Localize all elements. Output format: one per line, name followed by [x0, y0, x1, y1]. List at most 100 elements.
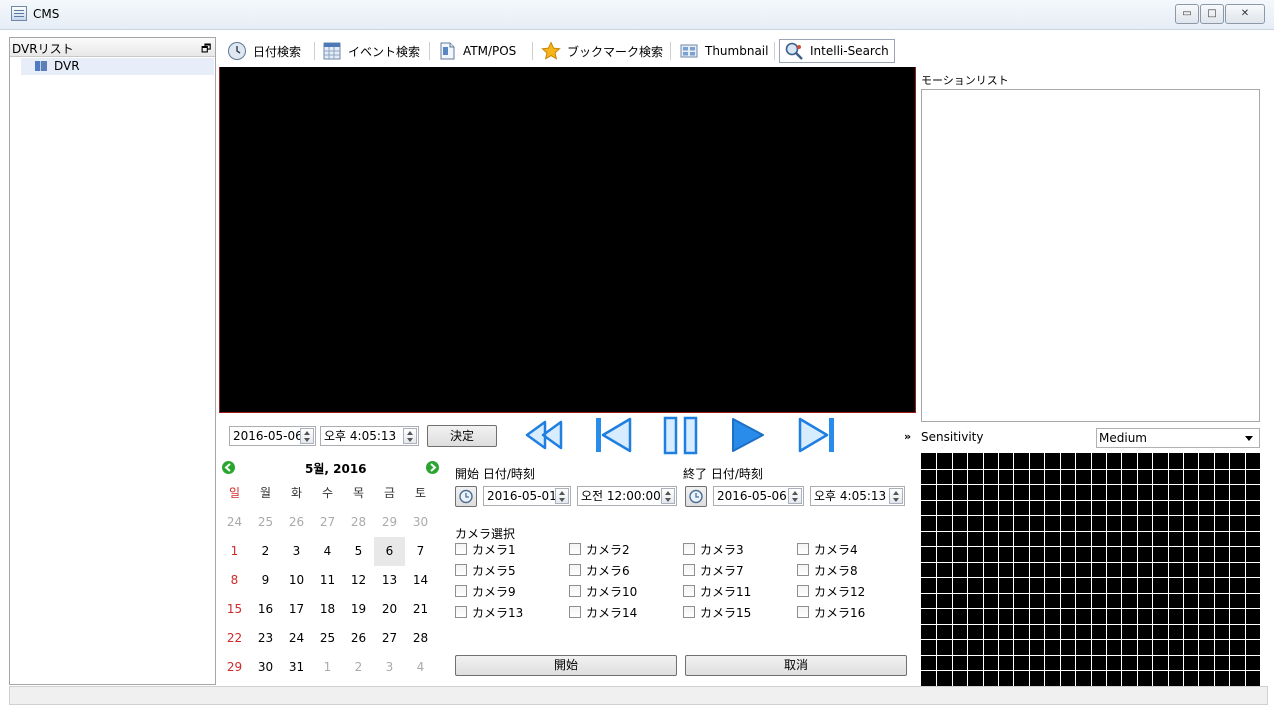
camera-checkbox[interactable] — [569, 606, 581, 618]
calendar-day[interactable]: 28 — [343, 508, 374, 537]
play-button[interactable] — [728, 414, 768, 456]
close-button[interactable]: ✕ — [1225, 4, 1265, 24]
camera-checkbox[interactable] — [569, 564, 581, 576]
minimize-button[interactable]: ▭ — [1175, 4, 1199, 24]
tab-atm-pos[interactable]: ATM/POS — [433, 39, 520, 63]
camera-checkbox[interactable] — [455, 606, 467, 618]
calendar-day[interactable]: 3 — [374, 653, 405, 682]
calendar-day[interactable]: 30 — [250, 653, 281, 682]
camera-label: カメラ4 — [814, 543, 858, 557]
confirm-button[interactable]: 決定 — [427, 425, 497, 447]
camera-checkbox[interactable] — [683, 585, 695, 597]
calendar-day[interactable]: 18 — [312, 595, 343, 624]
calendar-day[interactable]: 31 — [281, 653, 312, 682]
calendar-day[interactable]: 2 — [250, 537, 281, 566]
end-date-spinner[interactable] — [788, 488, 802, 504]
camera-checkbox[interactable] — [797, 606, 809, 618]
camera-checkbox[interactable] — [569, 543, 581, 555]
calendar-day[interactable]: 12 — [343, 566, 374, 595]
calendar-day[interactable]: 6 — [374, 537, 405, 566]
calendar-day[interactable]: 27 — [312, 508, 343, 537]
calendar-day[interactable]: 1 — [312, 653, 343, 682]
calendar-day[interactable]: 9 — [250, 566, 281, 595]
calendar-day[interactable]: 26 — [343, 624, 374, 653]
camera-checkbox[interactable] — [455, 564, 467, 576]
cancel-button[interactable]: 取消 — [685, 655, 907, 676]
camera-checkbox[interactable] — [683, 606, 695, 618]
skip-to-end-button[interactable] — [796, 414, 838, 456]
maximize-button[interactable]: □ — [1200, 4, 1224, 24]
calendar-day[interactable]: 5 — [343, 537, 374, 566]
calendar-day[interactable]: 25 — [312, 624, 343, 653]
calendar-day[interactable]: 29 — [219, 653, 250, 682]
camera-checkbox[interactable] — [797, 543, 809, 555]
calendar-day[interactable]: 11 — [312, 566, 343, 595]
pause-button[interactable] — [659, 414, 703, 456]
start-time-spinner[interactable] — [661, 488, 675, 504]
expand-icon[interactable]: » — [904, 430, 911, 443]
start-date-spinner[interactable] — [555, 488, 569, 504]
rewind-button[interactable] — [523, 414, 567, 456]
calendar-day[interactable]: 23 — [250, 624, 281, 653]
calendar-day[interactable]: 29 — [374, 508, 405, 537]
calendar-day[interactable]: 2 — [343, 653, 374, 682]
camera-checkbox[interactable] — [797, 585, 809, 597]
date-spinner-button[interactable] — [300, 428, 314, 444]
calendar-day[interactable]: 4 — [312, 537, 343, 566]
camera-checkbox[interactable] — [683, 543, 695, 555]
calendar-day[interactable]: 20 — [374, 595, 405, 624]
dock-icon[interactable]: 🗗 — [201, 40, 211, 59]
tab-date-search[interactable]: 日付検索 — [223, 39, 305, 63]
calendar-day[interactable]: 1 — [219, 537, 250, 566]
calendar-day[interactable]: 3 — [281, 537, 312, 566]
end-time-spinner[interactable] — [889, 488, 903, 504]
start-time-picker-button[interactable] — [455, 486, 477, 507]
motion-list[interactable] — [921, 89, 1260, 422]
start-search-button[interactable]: 開始 — [455, 655, 677, 676]
calendar-day[interactable]: 24 — [281, 624, 312, 653]
tab-bookmark-search[interactable]: ブックマーク検索 — [537, 39, 667, 63]
calendar-day[interactable]: 13 — [374, 566, 405, 595]
calendar-day[interactable]: 22 — [219, 624, 250, 653]
calendar-day[interactable]: 15 — [219, 595, 250, 624]
calendar-day[interactable]: 19 — [343, 595, 374, 624]
video-display[interactable] — [219, 67, 916, 413]
calendar-day[interactable]: 10 — [281, 566, 312, 595]
calendar-day[interactable]: 8 — [219, 566, 250, 595]
end-time-field[interactable]: 오후 4:05:13 — [810, 486, 905, 506]
start-time-field[interactable]: 오전 12:00:00 — [577, 486, 677, 506]
calendar-day[interactable]: 14 — [405, 566, 436, 595]
calendar-day[interactable]: 17 — [281, 595, 312, 624]
camera-checkbox[interactable] — [797, 564, 809, 576]
camera-checkbox[interactable] — [569, 585, 581, 597]
start-date-field[interactable]: 2016-05-01 — [483, 486, 571, 506]
end-date-field[interactable]: 2016-05-06 — [713, 486, 804, 506]
camera-checkbox[interactable] — [455, 543, 467, 555]
camera-checkbox[interactable] — [683, 564, 695, 576]
tab-intelli-search[interactable]: Intelli-Search — [779, 39, 895, 63]
calendar-day[interactable]: 26 — [281, 508, 312, 537]
calendar-day[interactable]: 4 — [405, 653, 436, 682]
camera-checkbox[interactable] — [455, 585, 467, 597]
skip-to-start-button[interactable] — [592, 414, 634, 456]
next-month-icon[interactable] — [426, 461, 439, 474]
calendar-day[interactable]: 7 — [405, 537, 436, 566]
calendar-day[interactable]: 24 — [219, 508, 250, 537]
time-spinner-button[interactable] — [403, 428, 417, 444]
calendar-month-label[interactable]: 5월, 2016 — [305, 460, 367, 477]
calendar-day[interactable]: 25 — [250, 508, 281, 537]
calendar-day[interactable]: 16 — [250, 595, 281, 624]
tab-thumbnail[interactable]: Thumbnail — [675, 39, 772, 63]
sensitivity-dropdown[interactable]: Medium — [1096, 428, 1260, 448]
prev-month-icon[interactable] — [222, 461, 235, 474]
playback-date-field[interactable]: 2016-05-06 — [229, 426, 316, 446]
calendar-day[interactable]: 27 — [374, 624, 405, 653]
calendar-day[interactable]: 28 — [405, 624, 436, 653]
motion-area-grid[interactable] — [921, 453, 1260, 686]
tree-item-dvr[interactable]: DVR — [21, 58, 214, 75]
calendar-day[interactable]: 30 — [405, 508, 436, 537]
end-time-picker-button[interactable] — [685, 486, 707, 507]
playback-time-field[interactable]: 오후 4:05:13 — [320, 426, 419, 446]
calendar-day[interactable]: 21 — [405, 595, 436, 624]
tab-event-search[interactable]: イベント検索 — [318, 39, 424, 63]
